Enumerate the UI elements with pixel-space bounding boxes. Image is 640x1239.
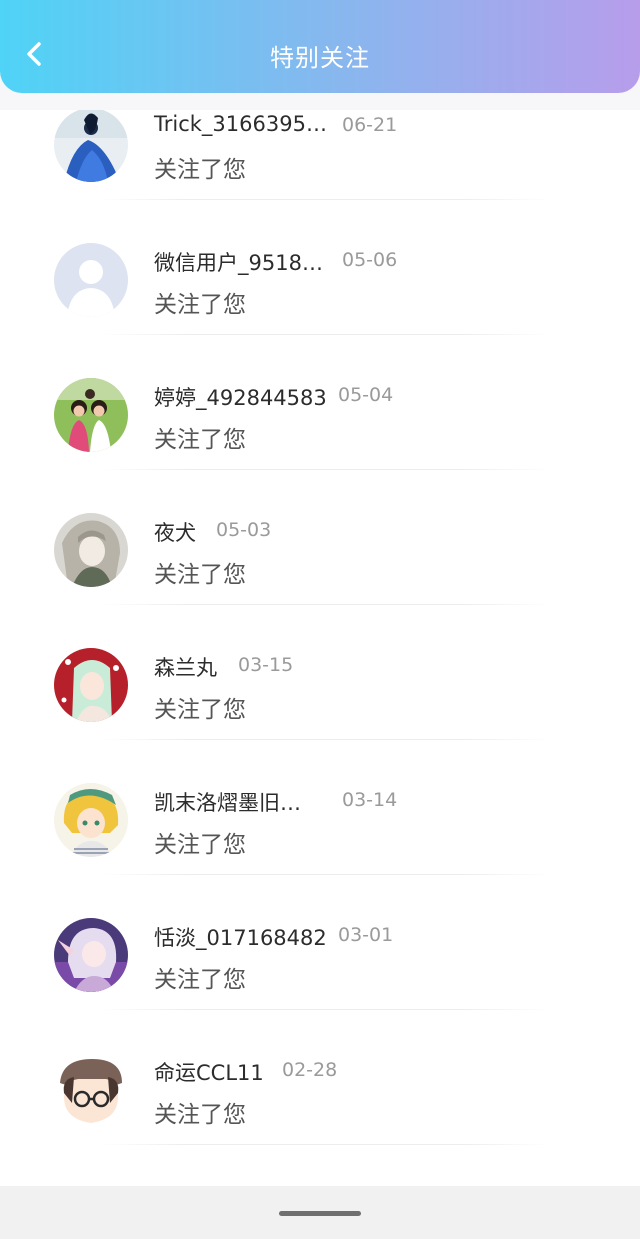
- user-name: 微信用户_9518…: [154, 251, 323, 275]
- follow-date: 03-01: [338, 924, 394, 946]
- follow-message: 关注了您: [154, 697, 246, 723]
- avatar: [54, 918, 128, 992]
- list-item[interactable]: 命运CCL11 02-28 关注了您: [0, 1053, 640, 1190]
- follow-date: 05-04: [338, 384, 394, 406]
- anime-purple-avatar-icon: [54, 918, 128, 992]
- row-divider: [100, 604, 550, 605]
- system-navigation-bar: [0, 1186, 640, 1239]
- anime-red-avatar-icon: [54, 648, 128, 722]
- list-item[interactable]: 微信用户_9518… 05-06 关注了您: [0, 243, 640, 380]
- list-item[interactable]: 婷婷_492844583 05-04 关注了您: [0, 378, 640, 515]
- list-item[interactable]: Trick_3166395… 06-21 关注了您: [0, 108, 640, 245]
- follow-message: 关注了您: [154, 562, 246, 588]
- follow-message: 关注了您: [154, 157, 246, 183]
- follow-date: 06-21: [342, 114, 398, 136]
- row-divider: [100, 1009, 550, 1010]
- anime-blonde-avatar-icon: [54, 783, 128, 857]
- list-item[interactable]: 夜犬 05-03 关注了您: [0, 513, 640, 650]
- follow-message: 关注了您: [154, 427, 246, 453]
- row-divider: [100, 874, 550, 875]
- follow-date: 03-15: [238, 654, 294, 676]
- list-item[interactable]: 森兰丸 03-15 关注了您: [0, 648, 640, 785]
- default-user-avatar-icon: [54, 243, 128, 317]
- list-item[interactable]: 凯末洛熠墨旧… 03-14 关注了您: [0, 783, 640, 920]
- special-follow-page: 特别关注 Trick_3166395… 06-21 关注了您 微信用户_9518…: [0, 0, 640, 1239]
- avatar: [54, 1053, 128, 1127]
- photo-girls-avatar-icon: [54, 378, 128, 452]
- avatar: [54, 513, 128, 587]
- follow-date: 02-28: [282, 1059, 338, 1081]
- avatar: [54, 648, 128, 722]
- avatar: [54, 378, 128, 452]
- follow-date: 05-03: [216, 519, 272, 541]
- row-divider: [100, 334, 550, 335]
- avatar: [54, 108, 128, 182]
- follow-message: 关注了您: [154, 832, 246, 858]
- avatar: [54, 783, 128, 857]
- follow-date: 05-06: [342, 249, 398, 271]
- user-name: 夜犬: [154, 521, 196, 545]
- follow-date: 03-14: [342, 789, 398, 811]
- user-name: 凯末洛熠墨旧…: [154, 791, 301, 815]
- row-divider: [100, 739, 550, 740]
- top-bar: 特别关注: [0, 0, 640, 93]
- list-item[interactable]: 恬淡_017168482 03-01 关注了您: [0, 918, 640, 1055]
- follow-message: 关注了您: [154, 292, 246, 318]
- page-title: 特别关注: [270, 44, 370, 72]
- user-name: 婷婷_492844583: [154, 386, 327, 410]
- user-name: Trick_3166395…: [154, 112, 327, 136]
- anime-gray-avatar-icon: [54, 513, 128, 587]
- avatar: [54, 243, 128, 317]
- follow-message: 关注了您: [154, 967, 246, 993]
- photo-blue-dress-avatar-icon: [54, 108, 128, 182]
- follow-message: 关注了您: [154, 1102, 246, 1128]
- user-name: 恬淡_017168482: [154, 926, 327, 950]
- row-divider: [100, 469, 550, 470]
- user-name: 命运CCL11: [154, 1061, 264, 1085]
- home-indicator[interactable]: [279, 1211, 361, 1216]
- row-divider: [100, 199, 550, 200]
- user-name: 森兰丸: [154, 656, 217, 680]
- chibi-glasses-avatar-icon: [54, 1053, 128, 1127]
- row-divider: [100, 1144, 550, 1145]
